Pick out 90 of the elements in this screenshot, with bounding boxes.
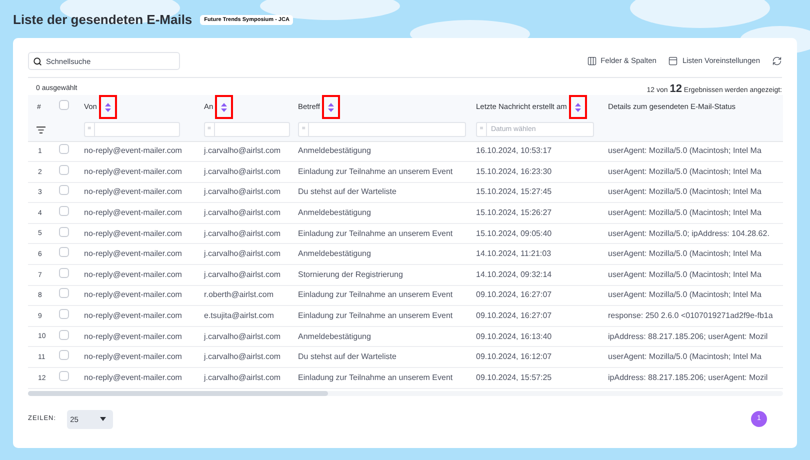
table-cell: no-reply@event-mailer.com [84,187,182,196]
filter-field[interactable] [214,122,290,138]
scrollbar-track[interactable] [28,390,783,396]
table-cell: Einladung zur Teilnahme an unserem Event [298,166,453,176]
table-cell: userAgent: Mozilla/5.0 (Macintosh; Intel Ma [608,208,762,218]
table-cell: 15.10.2024, 16:23:30 [476,166,552,176]
table-cell: no-reply@event-mailer.com [84,208,182,218]
row-checkbox[interactable] [59,330,69,340]
table-cell: ipAddress: 88.217.185.206; userAgent: Mozil [608,332,768,341]
filter-field[interactable] [309,122,466,138]
table-cell: Einladung zur Teilnahme an unserem Event [298,311,453,320]
table-cell: no-reply@event-mailer.com [84,372,182,382]
table-cell: userAgent: Mozilla/5.0 (Macintosh; Intel Ma [608,187,762,196]
table-cell: Stornierung der Registrierung [298,270,403,279]
row-checkbox[interactable] [59,226,69,237]
table-cell: Anmeldebestätigung [298,332,371,341]
filter-icon[interactable] [36,124,46,135]
table-cell: 09.10.2024, 16:13:40 [476,332,552,341]
table-cell: j.carvalho@airlst.com [204,332,281,341]
filter-field[interactable] [94,122,180,138]
table-cell: Einladung zur Teilnahme an unserem Event [298,228,453,238]
page-title: Liste der gesendeten E-Mails [13,11,192,30]
caret-icon [100,417,106,422]
table-cell: no-reply@event-mailer.com [84,311,182,320]
scrollbar-thumb[interactable] [28,390,328,396]
row-checkbox[interactable] [59,100,69,110]
row-checkbox[interactable] [59,206,69,216]
table-cell: j.carvalho@airlst.com [204,249,281,258]
table-cell: 14.10.2024, 09:32:14 [476,270,552,279]
table-cell: Einladung zur Teilnahme an unserem Event [298,290,453,300]
table-cell: 09.10.2024, 15:57:25 [476,372,552,382]
table-cell: no-reply@event-mailer.com [84,290,182,300]
table-cell: j.carvalho@airlst.com [204,372,281,382]
table-cell: j.carvalho@airlst.com [204,208,281,218]
table-cell: userAgent: Mozilla/5.0 (Macintosh; Intel Ma [608,166,762,176]
columns-icon [586,56,597,66]
table-cell: userAgent: Mozilla/5.0; ipAddress: 104.28.62. [608,228,770,238]
table-cell: no-reply@event-mailer.com [84,166,182,176]
table-cell: Einladung zur Teilnahme an unserem Event [298,372,453,382]
table-cell: 15.10.2024, 15:26:27 [476,208,552,218]
table-cell: no-reply@event-mailer.com [84,228,182,238]
table-cell: 15.10.2024, 09:05:40 [476,228,552,238]
row-checkbox[interactable] [59,350,69,360]
table-cell: j.carvalho@airlst.com [204,187,281,196]
row-checkbox[interactable] [59,164,69,175]
table-cell: 09.10.2024, 16:27:07 [476,311,552,320]
table-cell: userAgent: Mozilla/5.0 (Macintosh; Intel Ma [608,249,762,258]
table-cell: ipAddress: 88.217.185.206; userAgent: Mozil [608,372,768,382]
sort-icon[interactable] [104,102,111,112]
table-cell: 16.10.2024, 10:53:17 [476,146,552,156]
table-cell: Du stehst auf der Warteliste [298,187,396,196]
row-checkbox[interactable] [59,309,69,320]
table-cell: 09.10.2024, 16:12:07 [476,352,552,362]
table-cell: j.carvalho@airlst.com [204,146,281,156]
table-cell: no-reply@event-mailer.com [84,146,182,156]
table-cell: userAgent: Mozilla/5.0 (Macintosh; Intel Ma [608,146,762,156]
refresh-icon [772,56,782,66]
table-cell: j.carvalho@airlst.com [204,270,281,279]
search-icon [33,56,42,66]
refresh-button[interactable] [772,56,782,66]
table-cell: userAgent: Mozilla/5.0 (Macintosh; Intel Ma [608,290,762,300]
table-cell: j.carvalho@airlst.com [204,228,281,238]
table-cell: no-reply@event-mailer.com [84,270,182,279]
table-cell: Anmeldebestätigung [298,249,371,258]
row-checkbox[interactable] [59,288,69,298]
table-cell: userAgent: Mozilla/5.0 (Macintosh; Intel Ma [608,270,762,279]
table-cell: no-reply@event-mailer.com [84,352,182,362]
table-cell: Anmeldebestätigung [298,208,371,218]
sort-icon[interactable] [328,102,334,112]
table-cell: e.tsujita@airlst.com [204,311,274,320]
table-cell: 09.10.2024, 16:27:07 [476,290,552,300]
table-cell: response: 250 2.6.0 <0107019271ad2f9e-fb1a [608,311,773,320]
table-cell: userAgent: Mozilla/5.0 (Macintosh; Intel Ma [608,352,762,362]
layout-icon [668,56,678,66]
sort-icon[interactable] [574,102,581,112]
table-cell: r.oberth@airlst.com [204,290,274,300]
row-checkbox[interactable] [59,370,69,381]
table-cell: j.carvalho@airlst.com [204,166,281,176]
table-cell: j.carvalho@airlst.com [204,352,281,362]
table-cell: 15.10.2024, 15:27:45 [476,187,552,196]
table-cell: no-reply@event-mailer.com [84,332,182,341]
row-checkbox[interactable] [59,144,69,154]
row-checkbox[interactable] [59,247,69,258]
table-cell: Anmeldebestätigung [298,146,371,156]
table-cell: no-reply@event-mailer.com [84,249,182,258]
table-cell: 14.10.2024, 11:21:03 [476,249,552,258]
sort-icon[interactable] [221,102,228,112]
table-cell: Du stehst auf der Warteliste [298,352,396,362]
row-checkbox[interactable] [59,185,69,196]
row-checkbox[interactable] [59,268,69,278]
